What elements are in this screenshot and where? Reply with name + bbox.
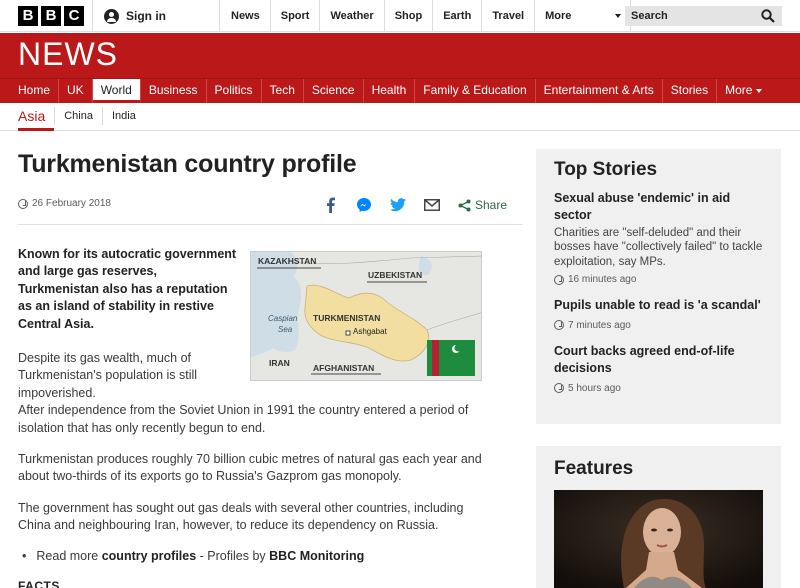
global-nav-sport[interactable]: Sport: [271, 0, 321, 32]
share-label: Share: [475, 198, 508, 212]
bullet-icon: •: [22, 549, 27, 563]
features-title: Features: [554, 458, 634, 479]
section-nav-family-education[interactable]: Family & Education: [415, 79, 536, 103]
bbc-logo-letter: B: [18, 6, 38, 26]
chevron-down-icon: [756, 88, 763, 93]
sub-nav-india[interactable]: India: [101, 107, 145, 125]
story-time: 7 minutes ago: [568, 319, 631, 331]
sub-nav: Asia China India: [0, 103, 800, 131]
messenger-icon[interactable]: [356, 197, 372, 213]
user-icon: [104, 8, 119, 24]
global-nav-weather[interactable]: Weather: [320, 0, 385, 32]
map-label-ashgabat: Ashgabat: [353, 327, 387, 336]
section-nav-health[interactable]: Health: [364, 79, 416, 103]
article-paragraph-part: Despite its gas wealth, much of Turkmeni…: [18, 351, 198, 400]
top-bar: B B C Sign in News Sport Weather Shop Ea…: [0, 0, 800, 32]
story-timestamp: 5 hours ago: [554, 383, 763, 394]
section-nav-tech[interactable]: Tech: [262, 79, 304, 103]
article-paragraph-part: After independence from the Soviet Union…: [18, 403, 469, 435]
section-nav-politics[interactable]: Politics: [207, 79, 262, 103]
map-label-uzbekistan: UZBEKISTAN: [368, 270, 423, 280]
sign-in-button[interactable]: Sign in: [92, 0, 220, 32]
global-nav-more[interactable]: More: [535, 0, 632, 32]
map-label-turkmenistan: TURKMENISTAN: [313, 313, 381, 323]
share-button[interactable]: Share: [458, 198, 507, 212]
map-label-sea: Sea: [278, 325, 293, 334]
section-nav-entertainment-arts[interactable]: Entertainment & Arts: [536, 79, 663, 103]
story-item[interactable]: Pupils unable to read is 'a scandal' 7 m…: [554, 297, 763, 331]
global-nav-news[interactable]: News: [221, 0, 271, 32]
feature-photo-graphic: [554, 490, 763, 588]
bbc-logo-letter: C: [64, 6, 84, 26]
article-intro: Known for its autocratic government and …: [18, 247, 237, 331]
article-date-text: 26 February 2018: [32, 198, 111, 209]
clock-icon: [18, 198, 28, 209]
page-title: Turkmenistan country profile: [18, 150, 357, 178]
sub-nav-asia[interactable]: Asia: [18, 103, 55, 131]
sub-nav-china[interactable]: China: [54, 107, 102, 125]
section-nav-business[interactable]: Business: [141, 79, 207, 103]
section-nav-more[interactable]: More: [717, 79, 770, 103]
story-summary: Charities are "self-deluded" and their b…: [554, 226, 763, 268]
article-paragraph: Despite its gas wealth, much of Turkmeni…: [18, 350, 498, 437]
story-item[interactable]: Court backs agreed end-of-life decisions…: [554, 343, 763, 394]
global-nav-travel[interactable]: Travel: [482, 0, 536, 32]
read-more-middle: - Profiles by: [199, 549, 266, 563]
section-nav-home[interactable]: Home: [10, 79, 60, 103]
top-stories-panel: Top Stories Sexual abuse 'endemic' in ai…: [536, 149, 781, 424]
global-nav-earth[interactable]: Earth: [433, 0, 483, 32]
facts-heading: FACTS: [18, 579, 60, 588]
map-label-caspian: Caspian: [268, 314, 298, 323]
news-banner: NEWS: [0, 33, 800, 78]
section-nav: Home UK World Business Politics Tech Sci…: [0, 78, 800, 103]
news-wordmark[interactable]: NEWS: [18, 36, 118, 73]
share-tools: Share: [322, 194, 507, 216]
clock-icon: [554, 383, 564, 394]
twitter-icon[interactable]: [390, 197, 406, 213]
bbc-monitoring-link[interactable]: BBC Monitoring: [269, 549, 364, 563]
story-timestamp: 16 minutes ago: [554, 274, 763, 285]
top-stories-title: Top Stories: [554, 159, 658, 180]
search-icon[interactable]: [761, 9, 775, 23]
global-nav-more-label: More: [545, 10, 572, 22]
story-time: 5 hours ago: [568, 382, 621, 394]
clock-icon: [554, 320, 564, 331]
search-input[interactable]: Search: [625, 6, 782, 26]
section-nav-uk[interactable]: UK: [59, 79, 93, 103]
article-paragraph: The government has sought out gas deals …: [18, 501, 464, 533]
section-nav-science[interactable]: Science: [304, 79, 364, 103]
share-icon: [458, 199, 471, 211]
search-placeholder: Search: [631, 10, 668, 22]
clock-icon: [554, 274, 564, 285]
article-date: 26 February 2018: [18, 198, 111, 209]
read-more-item: • Read more country profiles - Profiles …: [22, 549, 364, 563]
global-nav: News Sport Weather Shop Earth Travel Mor…: [221, 0, 632, 32]
features-panel: Features: [536, 446, 781, 588]
chevron-down-icon: [615, 14, 622, 18]
global-nav-shop[interactable]: Shop: [385, 0, 434, 32]
article-divider: [18, 224, 523, 225]
country-profiles-link[interactable]: country profiles: [102, 549, 196, 563]
section-nav-world[interactable]: World: [92, 79, 141, 103]
section-nav-stories[interactable]: Stories: [663, 79, 718, 103]
email-icon[interactable]: [424, 197, 440, 213]
story-timestamp: 7 minutes ago: [554, 320, 763, 331]
story-headline[interactable]: Pupils unable to read is 'a scandal': [554, 297, 763, 314]
article-paragraph: Turkmenistan produces roughly 70 billion…: [18, 452, 482, 484]
feature-image[interactable]: [554, 490, 763, 588]
story-item[interactable]: Sexual abuse 'endemic' in aid sector Cha…: [554, 190, 763, 285]
story-headline[interactable]: Sexual abuse 'endemic' in aid sector: [554, 190, 763, 225]
facebook-icon[interactable]: [322, 197, 338, 213]
map-label-kazakhstan: KAZAKHSTAN: [258, 256, 317, 266]
section-nav-more-label: More: [725, 83, 753, 97]
read-more-prefix: Read more: [36, 549, 99, 563]
bbc-logo-letter: B: [41, 6, 61, 26]
bbc-logo[interactable]: B B C: [18, 6, 84, 26]
story-time: 16 minutes ago: [568, 274, 637, 286]
story-headline[interactable]: Court backs agreed end-of-life decisions: [554, 343, 763, 378]
sign-in-label: Sign in: [126, 9, 166, 23]
